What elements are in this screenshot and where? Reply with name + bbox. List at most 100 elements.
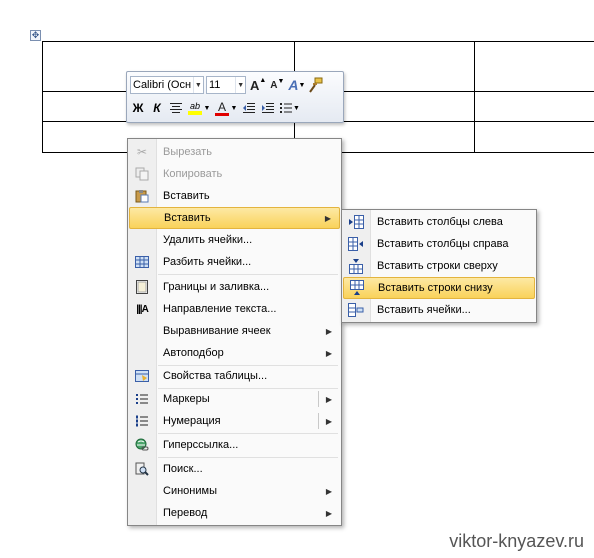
menu-item-label: Направление текста...: [163, 303, 277, 315]
insert-cells-icon: [343, 299, 369, 321]
styles-button[interactable]: A ▼: [288, 76, 305, 94]
submenu-arrow-icon[interactable]: ▶: [326, 395, 332, 404]
bold-label: Ж: [132, 101, 144, 115]
scissors-icon: ✂: [136, 145, 148, 159]
menu-item-label: Удалить ячейки...: [163, 234, 253, 246]
menu-item-copy[interactable]: Копировать: [129, 163, 340, 185]
menu-item-delete-cells[interactable]: Удалить ячейки...: [129, 229, 340, 251]
menu-item-text-direction[interactable]: |||A Направление текста...: [129, 298, 340, 320]
submenu-arrow-icon: ▶: [325, 348, 332, 358]
menu-item-label: Вставить строки снизу: [378, 282, 493, 294]
insert-columns-right-icon: [343, 233, 369, 255]
font-name-value: Calibri (Осн: [133, 79, 192, 91]
chevron-down-icon[interactable]: ▼: [192, 77, 203, 93]
italic-label: К: [153, 101, 161, 115]
menu-item-borders-shading[interactable]: Границы и заливка...: [129, 276, 340, 298]
menu-item-research[interactable]: Поиск...: [129, 458, 340, 480]
highlight-color-swatch: [188, 111, 202, 115]
menu-item-label: Свойства таблицы...: [163, 370, 268, 382]
submenu-item-insert-rows-below[interactable]: Вставить строки снизу: [343, 277, 535, 299]
menu-item-label: Вставить столбцы слева: [377, 216, 503, 228]
menu-separator: [158, 274, 338, 275]
menu-item-split-cells[interactable]: Разбить ячейки...: [129, 251, 340, 273]
bold-button[interactable]: Ж: [130, 99, 146, 117]
submenu-item-insert-rows-above[interactable]: Вставить строки сверху: [343, 255, 535, 277]
center-align-icon[interactable]: [168, 99, 184, 117]
menu-item-label: Вставить строки сверху: [377, 260, 498, 272]
chevron-down-icon[interactable]: ▼: [230, 99, 238, 117]
menu-item-label: Разбить ячейки...: [163, 256, 252, 268]
menu-item-translate[interactable]: Перевод ▶: [129, 502, 340, 524]
menu-item-label: Поиск...: [163, 463, 203, 475]
hyperlink-icon: [129, 434, 155, 456]
shrink-font-button[interactable]: A ▼: [269, 76, 285, 94]
menu-item-label: Маркеры: [163, 393, 210, 405]
decrease-indent-icon[interactable]: [241, 99, 257, 117]
highlight-label: ab: [189, 101, 200, 111]
submenu-arrow-icon: ▶: [324, 213, 331, 223]
menu-item-cut[interactable]: ✂ Вырезать: [129, 141, 340, 163]
insert-submenu: Вставить столбцы слева Вставить столбцы …: [341, 209, 537, 323]
menu-item-label: Автоподбор: [163, 347, 224, 359]
insert-rows-above-icon: [343, 255, 369, 277]
menu-item-label: Вставить: [163, 190, 210, 202]
menu-item-label: Выравнивание ячеек: [163, 325, 271, 337]
split-cells-icon: [129, 251, 155, 273]
grow-font-button[interactable]: A ▲: [250, 76, 266, 94]
highlight-button[interactable]: ab: [187, 99, 203, 117]
font-size-value: 11: [209, 79, 221, 91]
table-move-handle-icon[interactable]: ✥: [30, 30, 41, 41]
menu-item-label: Вставить ячейки...: [377, 304, 471, 316]
chevron-down-icon[interactable]: ▼: [203, 99, 211, 117]
mini-toolbar: Calibri (Осн ▼ 11 ▼ A ▲ A ▼ A ▼ Ж К ab ▼…: [126, 71, 344, 123]
menu-item-label: Границы и заливка...: [163, 281, 270, 293]
font-name-combo[interactable]: Calibri (Осн ▼: [130, 76, 204, 94]
font-color-button[interactable]: A: [214, 99, 230, 117]
table-properties-icon: [129, 365, 155, 387]
paste-icon: [129, 185, 155, 207]
menu-item-label: Вставить столбцы справа: [377, 238, 509, 250]
bullets-list-icon[interactable]: ▼: [279, 99, 300, 117]
research-icon: [129, 458, 155, 480]
menu-item-label: Нумерация: [163, 415, 221, 427]
submenu-item-insert-columns-left[interactable]: Вставить столбцы слева: [343, 211, 535, 233]
menu-item-synonyms[interactable]: Синонимы ▶: [129, 480, 340, 502]
submenu-item-insert-cells[interactable]: Вставить ячейки...: [343, 299, 535, 321]
menu-item-label: Копировать: [163, 168, 223, 180]
numbering-icon: [129, 410, 155, 432]
submenu-arrow-icon: ▶: [325, 486, 332, 496]
font-color-label: A: [217, 99, 226, 114]
menu-item-insert-submenu[interactable]: Вставить ▶: [129, 207, 340, 229]
submenu-arrow-icon[interactable]: ▶: [326, 417, 332, 426]
chevron-down-icon[interactable]: ▼: [235, 77, 245, 93]
italic-button[interactable]: К: [149, 99, 165, 117]
menu-item-table-properties[interactable]: Свойства таблицы...: [129, 365, 340, 387]
insert-rows-below-icon: [344, 277, 370, 299]
styles-label: A: [288, 77, 299, 93]
submenu-item-insert-columns-right[interactable]: Вставить столбцы справа: [343, 233, 535, 255]
submenu-arrow-icon: ▶: [325, 326, 332, 336]
copy-icon: [129, 163, 155, 185]
text-direction-icon: |||A: [136, 303, 149, 315]
menu-item-label: Перевод: [163, 507, 208, 519]
submenu-arrow-icon: ▶: [325, 508, 332, 518]
font-size-combo[interactable]: 11 ▼: [206, 76, 246, 94]
menu-item-label: Гиперссылка...: [163, 439, 239, 451]
increase-indent-icon[interactable]: [260, 99, 276, 117]
grow-font-label: A: [250, 77, 260, 93]
menu-item-label: Синонимы: [163, 485, 217, 497]
borders-icon: [129, 276, 155, 298]
menu-item-paste[interactable]: Вставить: [129, 185, 340, 207]
format-painter-icon[interactable]: [308, 76, 324, 94]
bullets-icon: [129, 388, 155, 410]
site-watermark: viktor-knyazev.ru: [449, 531, 584, 551]
menu-item-bullets[interactable]: Маркеры ▶: [129, 388, 340, 410]
menu-item-label: Вставить: [164, 212, 211, 224]
menu-item-autofit[interactable]: Автоподбор ▶: [129, 342, 340, 364]
menu-item-hyperlink[interactable]: Гиперссылка...: [129, 434, 340, 456]
menu-item-label: Вырезать: [163, 146, 212, 158]
menu-item-numbering[interactable]: Нумерация ▶: [129, 410, 340, 432]
font-color-swatch: [215, 112, 229, 116]
context-menu: ✂ Вырезать Копировать Вставить Вставить …: [127, 138, 342, 526]
menu-item-cell-alignment[interactable]: Выравнивание ячеек ▶: [129, 320, 340, 342]
